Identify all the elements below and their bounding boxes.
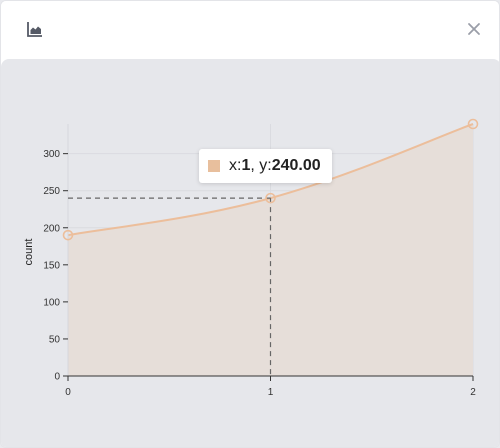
y-tick-label: 200 — [43, 223, 60, 234]
tooltip-y-prefix: , y: — [250, 157, 272, 174]
y-tick-label: 0 — [54, 372, 60, 383]
tooltip-x-value: 1 — [241, 157, 251, 174]
y-axis-title: count — [23, 239, 35, 266]
x-tick-label: 2 — [470, 387, 476, 398]
y-tick-label: 250 — [43, 186, 60, 197]
tooltip-y-value: 240.00 — [271, 157, 321, 174]
x-tick-label: 0 — [65, 387, 71, 398]
tooltip-x-prefix: x: — [229, 157, 242, 174]
tooltip-swatch — [208, 160, 220, 172]
chart-tooltip: x: 1 , y: 240.00 — [199, 149, 332, 183]
area-chart: 0 50 100 150 200 250 300 0 1 2 count — [23, 118, 479, 398]
y-tick-label: 150 — [43, 260, 60, 271]
y-tick-label: 50 — [49, 334, 61, 345]
x-tick-label: 1 — [268, 387, 274, 398]
y-tick-label: 100 — [43, 297, 60, 308]
chart-panel: 0 50 100 150 200 250 300 0 1 2 count x: 1 , y: 240… — [0, 0, 500, 448]
y-tick-label: 300 — [43, 149, 60, 160]
